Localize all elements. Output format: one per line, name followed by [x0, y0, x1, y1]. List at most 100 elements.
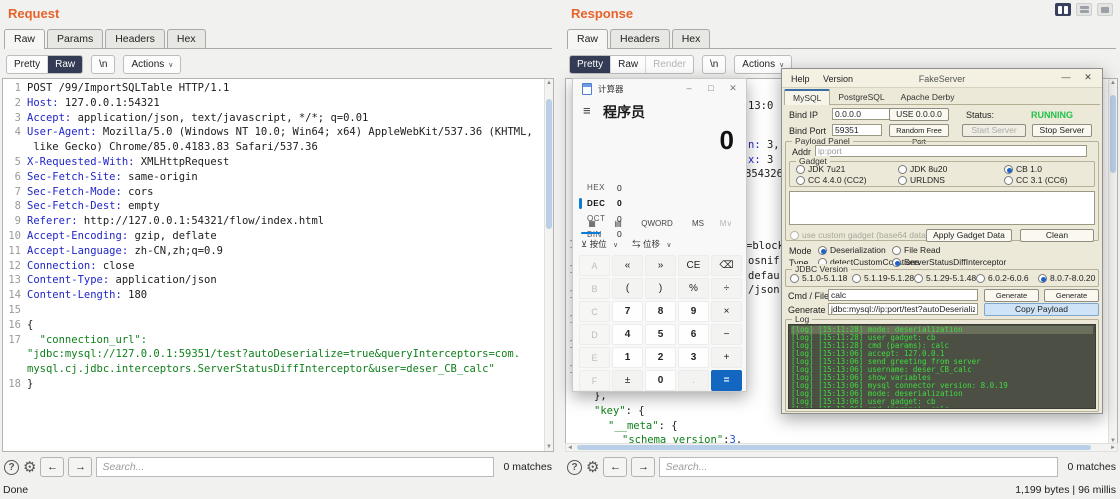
request-pretty-button[interactable]: Pretty: [7, 56, 47, 73]
help-icon[interactable]: ?: [567, 460, 582, 475]
scroll-up-icon[interactable]: ▲: [1110, 80, 1116, 86]
calc-key-[interactable]: +: [711, 347, 742, 368]
close-icon[interactable]: ✕: [724, 81, 742, 96]
request-vertical-scrollbar[interactable]: ▲ ▼: [544, 79, 553, 451]
radio-file-read[interactable]: File Read: [892, 245, 940, 255]
calc-key-[interactable]: =: [711, 370, 742, 391]
generate-normal-button[interactable]: Generate Normal: [1044, 289, 1099, 302]
calc-key-c[interactable]: C: [579, 301, 610, 322]
scroll-left-icon[interactable]: ◄: [567, 445, 573, 451]
close-icon[interactable]: ✕: [1080, 72, 1096, 83]
radix-hex[interactable]: HEX0: [579, 180, 719, 196]
response-pretty-button[interactable]: Pretty: [570, 56, 610, 73]
use-ip-button[interactable]: USE 0.0.0.0: [889, 108, 949, 121]
bitwise-dropdown[interactable]: ⊻ 按位 ∨: [581, 238, 618, 250]
calc-key-1[interactable]: 1: [612, 347, 643, 368]
apply-gadget-data-button[interactable]: Apply Gadget Data: [926, 229, 1012, 242]
scroll-up-icon[interactable]: ▲: [546, 80, 552, 86]
gear-icon[interactable]: ⚙: [586, 460, 599, 475]
response-tab-hex[interactable]: Hex: [672, 29, 711, 48]
radio-5-1-0-5-1-18[interactable]: 5.1.0-5.1.18: [790, 273, 847, 283]
response-horizontal-scrollbar[interactable]: ◄ ►: [565, 443, 1118, 452]
radix-dec[interactable]: DEC0: [579, 196, 719, 212]
request-search-input[interactable]: [96, 457, 493, 477]
radio-6-0-2-6-0-6[interactable]: 6.0.2-6.0.6: [976, 273, 1029, 283]
calc-key-0[interactable]: 0: [645, 370, 676, 391]
calc-key-d[interactable]: D: [579, 324, 610, 345]
search-next-button[interactable]: →: [631, 457, 655, 477]
bind-port-input[interactable]: [832, 124, 882, 136]
memory-menu-button[interactable]: M∨: [713, 219, 739, 228]
calc-key-[interactable]: .: [678, 370, 709, 391]
calc-key-f[interactable]: F: [579, 370, 610, 391]
scroll-right-icon[interactable]: ►: [1110, 445, 1116, 451]
cmd-file-input[interactable]: [828, 289, 978, 301]
response-vertical-scrollbar[interactable]: ▲ ▼: [1108, 79, 1117, 445]
scrollbar-thumb[interactable]: [577, 445, 1091, 450]
radio-cc-4-4-0-cc2[interactable]: CC 4.4.0 (CC2): [796, 175, 867, 185]
radio-serverstatusdiffinterceptor[interactable]: ServerStatusDiffInterceptor: [892, 257, 1006, 267]
calc-key-e[interactable]: E: [579, 347, 610, 368]
calc-key-[interactable]: ⌫: [711, 255, 742, 276]
fs-tab-mysql[interactable]: MySQL: [784, 89, 830, 105]
scrollbar-thumb[interactable]: [1110, 95, 1116, 173]
response-tab-headers[interactable]: Headers: [610, 29, 670, 48]
radio-deserialization[interactable]: Deserialization: [818, 245, 886, 255]
minimize-icon[interactable]: –: [680, 81, 698, 96]
calc-key-[interactable]: ±: [612, 370, 643, 391]
calc-key-7[interactable]: 7: [612, 301, 643, 322]
calc-key-[interactable]: »: [645, 255, 676, 276]
radio-5-1-29-5-1-48[interactable]: 5.1.29-5.1.48: [914, 273, 976, 283]
calc-key-[interactable]: ): [645, 278, 676, 299]
calc-key-[interactable]: «: [612, 255, 643, 276]
layout-rows-icon[interactable]: [1076, 3, 1092, 16]
clean-button[interactable]: Clean: [1020, 229, 1094, 242]
calc-key-b[interactable]: B: [579, 278, 610, 299]
search-prev-button[interactable]: ←: [40, 457, 64, 477]
addr-input[interactable]: [815, 145, 1087, 157]
scroll-down-icon[interactable]: ▼: [546, 444, 552, 450]
stop-server-button[interactable]: Stop Server: [1032, 124, 1092, 137]
bit-toggle-keypad-icon[interactable]: ▤: [605, 219, 631, 228]
response-newline-button[interactable]: \n: [702, 55, 726, 74]
radio-cb-1-0[interactable]: CB 1.0: [1004, 164, 1042, 174]
layout-columns-icon[interactable]: [1055, 3, 1071, 16]
generate-base64-button[interactable]: Generate Base64: [984, 289, 1039, 302]
radio-5-1-19-5-1-28[interactable]: 5.1.19-5.1.28: [852, 273, 914, 283]
response-raw-button[interactable]: Raw: [610, 56, 645, 73]
calculator-titlebar[interactable]: 计算器 – □ ✕: [573, 79, 746, 99]
radio-use-custom-gadget-base64-data[interactable]: use custom gadget (base64 data): [790, 230, 929, 240]
word-size-button[interactable]: QWORD: [631, 219, 683, 228]
fs-tab-postgresql[interactable]: PostgreSQL: [830, 90, 892, 104]
radio-8-0-7-8-0-20[interactable]: 8.0.7-8.0.20: [1038, 273, 1095, 283]
calc-key-2[interactable]: 2: [645, 347, 676, 368]
calc-key-6[interactable]: 6: [678, 324, 709, 345]
search-next-button[interactable]: →: [68, 457, 92, 477]
radio-jdk-7u21[interactable]: JDK 7u21: [796, 164, 845, 174]
memory-store-button[interactable]: MS: [683, 219, 713, 228]
search-prev-button[interactable]: ←: [603, 457, 627, 477]
request-newline-button[interactable]: \n: [91, 55, 115, 74]
response-tab-raw[interactable]: Raw: [567, 29, 608, 49]
hamburger-menu-icon[interactable]: ≡: [583, 103, 591, 118]
custom-gadget-textarea[interactable]: [789, 191, 1095, 225]
log-console[interactable]: [log] [15:11:28] mode: deserialization[l…: [788, 324, 1096, 409]
layout-single-icon[interactable]: [1097, 3, 1113, 16]
calc-key-[interactable]: ÷: [711, 278, 742, 299]
maximize-icon[interactable]: □: [702, 81, 720, 96]
bitshift-dropdown[interactable]: ⇆ 位移 ∨: [632, 238, 671, 250]
request-actions-button[interactable]: Actions∨: [123, 55, 181, 74]
request-tab-headers[interactable]: Headers: [105, 29, 165, 48]
calc-key-9[interactable]: 9: [678, 301, 709, 322]
calc-key-4[interactable]: 4: [612, 324, 643, 345]
calc-key-5[interactable]: 5: [645, 324, 676, 345]
request-tab-raw[interactable]: Raw: [4, 29, 45, 49]
calc-key-ce[interactable]: CE: [678, 255, 709, 276]
calc-key-8[interactable]: 8: [645, 301, 676, 322]
generate-url-input[interactable]: [828, 303, 978, 315]
radio-urldns[interactable]: URLDNS: [898, 175, 945, 185]
gear-icon[interactable]: ⚙: [23, 460, 36, 475]
calc-key-a[interactable]: A: [579, 255, 610, 276]
radio-cc-3-1-cc6[interactable]: CC 3.1 (CC6): [1004, 175, 1067, 185]
calc-key-[interactable]: ×: [711, 301, 742, 322]
